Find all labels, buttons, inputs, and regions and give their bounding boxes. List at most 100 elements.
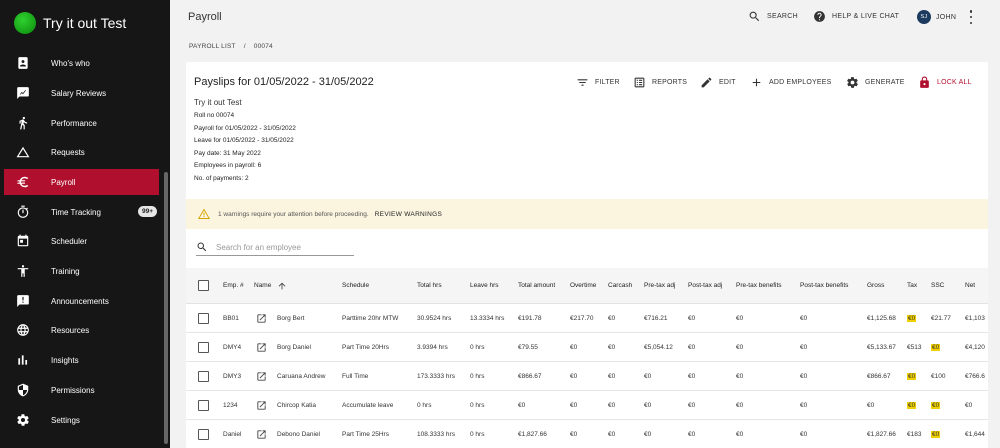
sidebar-item-time-tracking[interactable]: Time Tracking 99+ (4, 199, 159, 225)
employee-search-input[interactable] (216, 242, 346, 252)
filter-button[interactable]: FILTER (576, 76, 620, 89)
help-button[interactable]: HELP & LIVE CHAT (813, 10, 899, 23)
cell-name[interactable]: Caruana Andrew (277, 362, 325, 390)
cell-gross: €1,125.68 (867, 304, 896, 332)
table-row[interactable]: Daniel Debono Daniel Part Time 25Hrs 108.33… (186, 420, 988, 448)
col-header-pre-tax-adj[interactable]: Pre-tax adj (644, 268, 675, 303)
lock-icon (920, 76, 929, 88)
table-row[interactable]: DMY3 Caruana Andrew Full Time 173.3333 hrs 0… (186, 362, 988, 391)
payslips-title: Payslips for 01/05/2022 - 31/05/2022 (194, 76, 374, 88)
breadcrumb-payroll-list[interactable]: PAYROLL LIST (189, 43, 236, 50)
open-external-icon[interactable] (256, 342, 267, 353)
cell-name[interactable]: Borg Bert (277, 304, 304, 332)
cell-value: €5,054.12 (644, 343, 673, 351)
col-header-carcash[interactable]: Carcash (608, 268, 632, 303)
cell-name[interactable]: Debono Daniel (277, 420, 320, 448)
more-menu-icon[interactable] (968, 10, 974, 24)
sidebar-scrollbar[interactable] (164, 172, 168, 444)
col-header-leave-hrs[interactable]: Leave hrs (470, 268, 499, 303)
lock-all-button[interactable]: LOCK ALL (918, 76, 972, 89)
sidebar-item-label: Resources (51, 325, 90, 335)
sidebar-item-scheduler[interactable]: Scheduler (4, 228, 159, 254)
cell-pre-tax-adj: €0 (644, 362, 651, 390)
row-checkbox[interactable] (198, 341, 209, 353)
open-external-icon[interactable] (256, 400, 267, 411)
search-button[interactable]: SEARCH (748, 10, 798, 23)
col-header-tax[interactable]: Tax (907, 268, 917, 303)
sidebar-item-announcements[interactable]: Announcements (4, 288, 159, 314)
sidebar: Try it out Test Who's who Salary Reviews… (0, 0, 170, 448)
col-header-net[interactable]: Net (965, 268, 975, 303)
cell-pre-tax-benefits: €0 (736, 391, 743, 419)
warning-icon (198, 208, 210, 219)
row-checkbox[interactable] (198, 312, 209, 324)
table-row[interactable]: DMY4 Borg Daniel Part Time 20Hrs 3.9394 hrs… (186, 333, 988, 362)
warning-text: 1 warnings require your attention before… (218, 210, 369, 218)
user-menu[interactable]: SJ JOHN (917, 10, 956, 24)
reports-label: REPORTS (652, 79, 688, 86)
sort-arrow-up-icon[interactable] (277, 281, 287, 291)
cell-post-tax-adj: €0 (688, 420, 695, 448)
open-external-icon[interactable] (256, 313, 267, 324)
select-all-checkbox[interactable] (198, 280, 209, 291)
sidebar-item-label: Insights (51, 355, 79, 365)
col-header-total-hrs[interactable]: Total hrs (417, 268, 442, 303)
cell-ssc: €0 (931, 391, 941, 419)
col-header-total-amount[interactable]: Total amount (518, 268, 555, 303)
reports-button[interactable]: REPORTS (633, 76, 687, 89)
generate-button[interactable]: GENERATE (846, 76, 905, 89)
row-checkbox[interactable] (198, 399, 209, 411)
sidebar-item-settings[interactable]: Settings (4, 407, 159, 433)
row-checkbox[interactable] (198, 428, 209, 440)
cell-value: €0 (688, 430, 696, 438)
sidebar-item-requests[interactable]: Requests (4, 139, 159, 165)
sidebar-item-payroll[interactable]: Payroll (4, 169, 159, 195)
cell-overtime: €0 (570, 391, 577, 419)
sidebar-item-whos-who[interactable]: Who's who (4, 50, 159, 76)
col-header-schedule[interactable]: Schedule (342, 268, 369, 303)
sidebar-item-training[interactable]: Training (4, 258, 159, 284)
breadcrumb-separator: / (243, 43, 246, 50)
notification-badge: 99+ (137, 206, 157, 217)
col-header-overtime[interactable]: Overtime (570, 268, 596, 303)
cell-value: €716.21 (644, 314, 668, 322)
payroll-info: Try it out Test Roll no 00074 Payroll fo… (194, 98, 296, 186)
sidebar-item-resources[interactable]: Resources (4, 317, 159, 343)
cell-carcash: €0 (608, 420, 615, 448)
search-icon (197, 242, 207, 252)
sidebar-item-insights[interactable]: Insights (4, 347, 159, 373)
employee-search (196, 239, 354, 256)
cell-value: €0 (608, 430, 616, 438)
col-header-post-tax-adj[interactable]: Post-tax adj (688, 268, 722, 303)
cell-ssc: €0 (931, 420, 941, 448)
col-header-ssc[interactable]: SSC (931, 268, 944, 303)
table-row[interactable]: 1234 Chircop Katia Accumulate leave 0 hrs 0 … (186, 391, 988, 420)
sidebar-item-salary-reviews[interactable]: Salary Reviews (4, 80, 159, 106)
col-header-gross[interactable]: Gross (867, 268, 884, 303)
cell-value: €0 (644, 372, 652, 380)
sidebar-item-label: Time Tracking (51, 207, 101, 217)
col-header-emp[interactable]: Emp. # (223, 268, 244, 303)
cell-post-tax-adj: €0 (688, 362, 695, 390)
add-employees-button[interactable]: ADD EMPLOYEES (750, 76, 832, 89)
edit-button[interactable]: EDIT (700, 76, 736, 89)
col-header-pre-tax-benefits[interactable]: Pre-tax benefits (736, 268, 782, 303)
cell-value: €0 (608, 401, 616, 409)
review-warnings-link[interactable]: REVIEW WARNINGS (375, 211, 442, 218)
table-body: BB01 Borg Bert Parttime 20hr MTW 30.9524 hr… (186, 304, 988, 448)
cell-overtime: €0 (570, 420, 577, 448)
col-header-post-tax-benefits[interactable]: Post-tax benefits (800, 268, 848, 303)
row-checkbox[interactable] (198, 370, 209, 382)
cell-name[interactable]: Chircop Katia (277, 391, 316, 419)
open-external-icon[interactable] (256, 371, 267, 382)
brand[interactable]: Try it out Test (0, 0, 170, 46)
sidebar-item-label: Permissions (51, 385, 95, 395)
col-header-name[interactable]: Name (254, 268, 287, 303)
sidebar-item-permissions[interactable]: Permissions (4, 377, 159, 403)
sidebar-item-performance[interactable]: Performance (4, 110, 159, 136)
brand-logo (14, 12, 36, 34)
cell-value: €0 (931, 343, 941, 351)
table-row[interactable]: BB01 Borg Bert Parttime 20hr MTW 30.9524 hr… (186, 304, 988, 333)
cell-name[interactable]: Borg Daniel (277, 333, 311, 361)
open-external-icon[interactable] (256, 429, 267, 440)
